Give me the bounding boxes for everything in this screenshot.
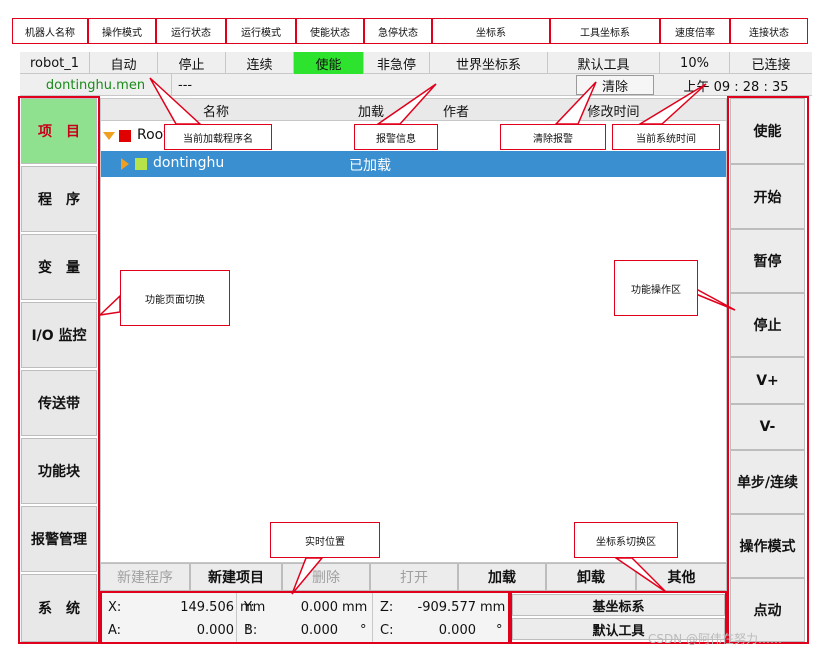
annotation-clear-alarm: 清除报警: [500, 124, 606, 150]
callout-pointer: [613, 557, 667, 593]
callout-pointer: [149, 77, 202, 125]
callout-pointer: [291, 557, 324, 595]
annotation-system-time: 当前系统时间: [612, 124, 720, 150]
annotation-page-switch: 功能页面切换: [120, 270, 230, 326]
watermark: CSDN @阿伟在努力……: [648, 632, 783, 646]
annotation-realtime-position: 实时位置: [270, 522, 380, 558]
callout-pointer: [97, 294, 121, 317]
callout-pointer: [375, 83, 437, 125]
annotation-coord-switch: 坐标系切换区: [574, 522, 678, 558]
callout-pointer: [554, 81, 597, 125]
annotation-alarm-info: 报警信息: [354, 124, 438, 150]
callout-pointer: [637, 83, 707, 125]
annotation-operation-area: 功能操作区: [614, 260, 698, 316]
annotation-program-name: 当前加载程序名: [164, 124, 272, 150]
callout-arrows: [97, 77, 736, 595]
